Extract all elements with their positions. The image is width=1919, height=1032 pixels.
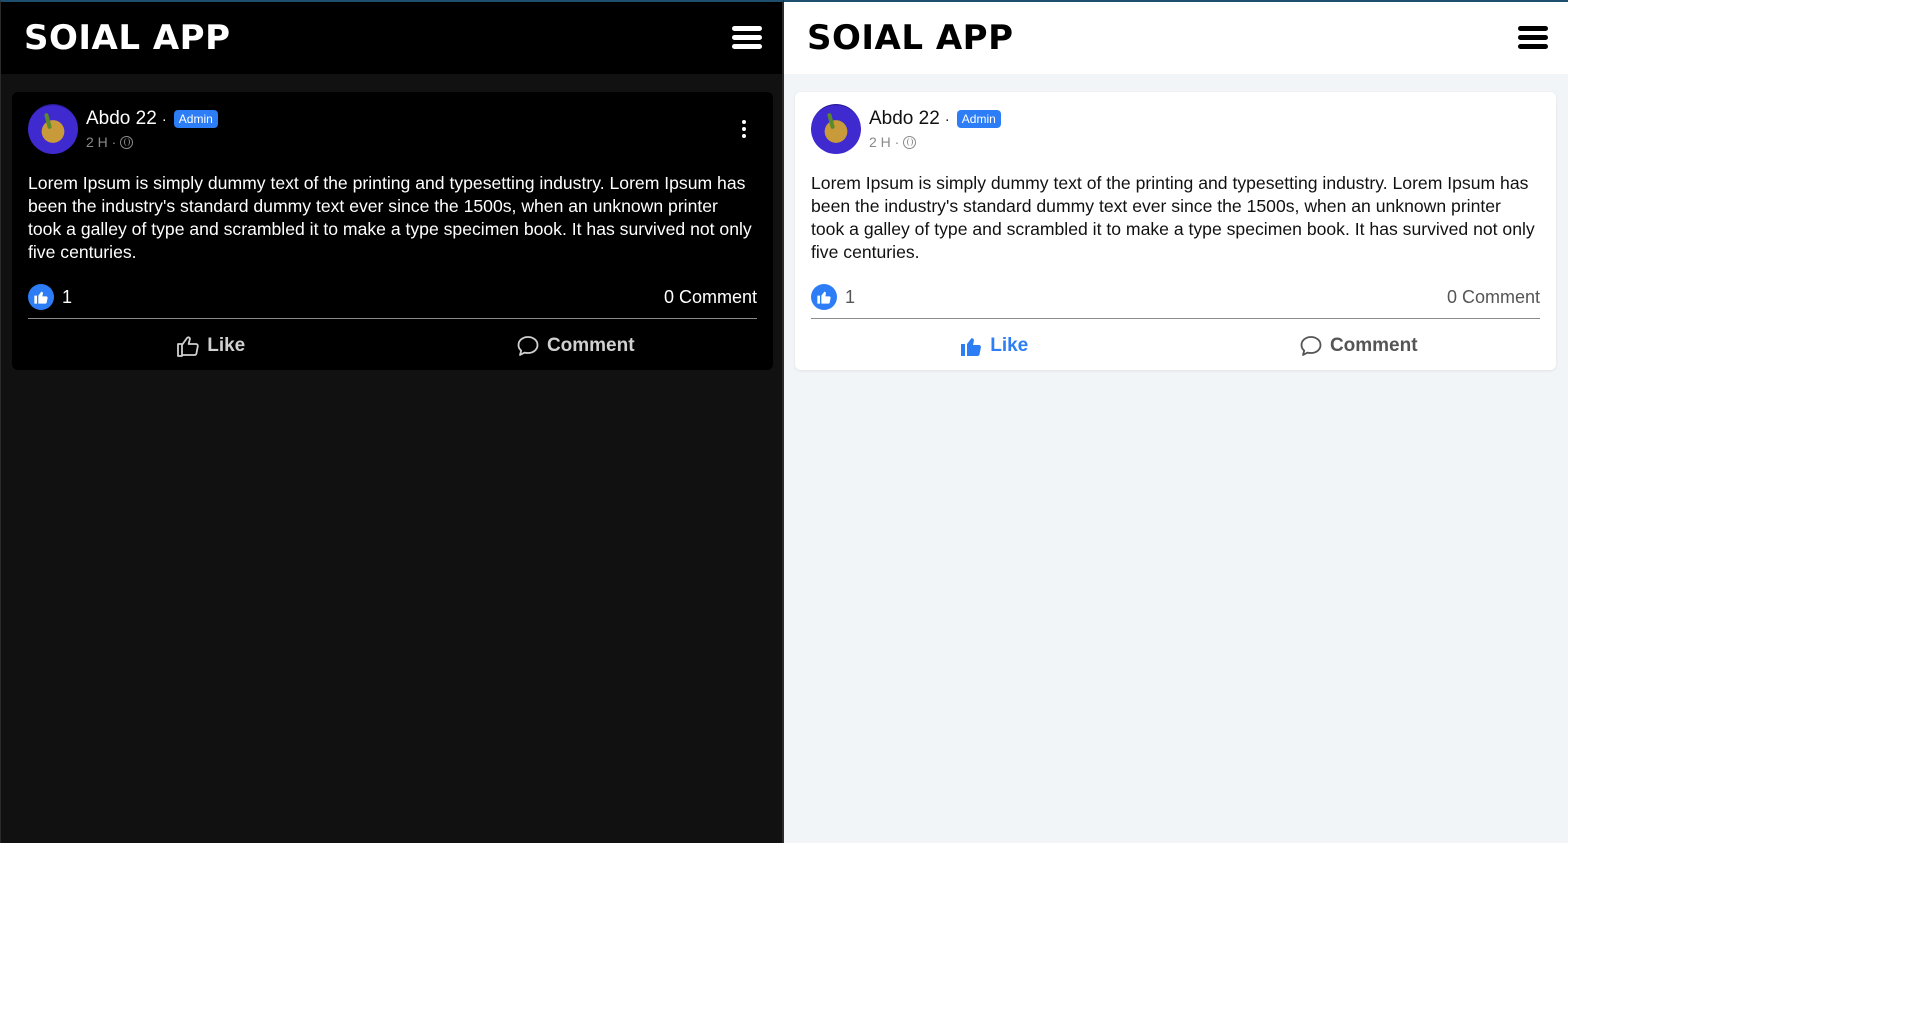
like-label: Like [990, 335, 1029, 356]
app-header: SOIAL APP [1, 2, 782, 74]
post-time: 2 H · [86, 134, 117, 150]
like-count-icon [811, 284, 837, 310]
speech-bubble-icon [1300, 336, 1322, 356]
thumbs-up-icon [961, 338, 982, 356]
light-theme-panel: SOIAL APP Abdo 22 · Admin 2 H · Lorem Ip… [784, 0, 1568, 843]
post-actions: Like Comment [811, 319, 1540, 373]
admin-badge: Admin [956, 110, 1001, 128]
app-header: SOIAL APP [784, 2, 1568, 74]
post-stats: 1 0 Comment [811, 282, 1540, 319]
empty-area [0, 843, 1919, 1032]
author-name[interactable]: Abdo 22 [869, 108, 940, 130]
author-name[interactable]: Abdo 22 [86, 108, 157, 130]
post-actions: Like Comment [28, 319, 757, 373]
globe-icon [903, 135, 917, 149]
hamburger-menu-icon[interactable] [732, 26, 762, 50]
post-header: Abdo 22 · Admin 2 H · [28, 102, 757, 156]
like-count-icon [28, 284, 54, 310]
hamburger-menu-icon[interactable] [1518, 26, 1548, 50]
comment-count[interactable]: 0 Comment [664, 287, 757, 308]
globe-icon [120, 135, 134, 149]
like-count[interactable]: 1 [62, 287, 72, 308]
like-button[interactable]: Like [28, 319, 393, 373]
post-time: 2 H · [869, 134, 900, 150]
dark-theme-panel: SOIAL APP Abdo 22 · Admin 2 H · Lorem Ip… [0, 0, 784, 843]
post-header: Abdo 22 · Admin 2 H · [811, 102, 1540, 156]
avatar[interactable] [811, 104, 861, 154]
app-title: SOIAL APP [807, 18, 1014, 58]
post-card: Abdo 22 · Admin 2 H · Lorem Ipsum is sim… [795, 92, 1556, 370]
admin-badge: Admin [173, 110, 218, 128]
post-meta: Abdo 22 · Admin 2 H · [869, 106, 1001, 152]
like-count[interactable]: 1 [845, 287, 855, 308]
speech-bubble-icon [517, 336, 539, 356]
comment-button[interactable]: Comment [393, 319, 758, 373]
like-label: Like [207, 335, 246, 356]
post-stats: 1 0 Comment [28, 282, 757, 319]
screen: SOIAL APP Abdo 22 · Admin 2 H · Lorem Ip… [0, 0, 1568, 843]
post-text: Lorem Ipsum is simply dummy text of the … [811, 173, 1535, 262]
post-meta: Abdo 22 · Admin 2 H · [86, 106, 218, 152]
post-card: Abdo 22 · Admin 2 H · Lorem Ipsum is sim… [12, 92, 773, 370]
comment-button[interactable]: Comment [1176, 319, 1541, 373]
comment-label: Comment [1329, 335, 1418, 356]
app-title: SOIAL APP [24, 18, 231, 58]
comment-count[interactable]: 0 Comment [1447, 287, 1540, 308]
vertical-dots-icon[interactable] [739, 120, 749, 138]
like-button[interactable]: Like [811, 319, 1176, 373]
avatar[interactable] [28, 104, 78, 154]
name-separator: · [161, 110, 167, 128]
post-text: Lorem Ipsum is simply dummy text of the … [28, 173, 752, 262]
name-separator: · [944, 110, 950, 128]
comment-label: Comment [546, 335, 635, 356]
thumbs-up-icon [177, 336, 199, 357]
